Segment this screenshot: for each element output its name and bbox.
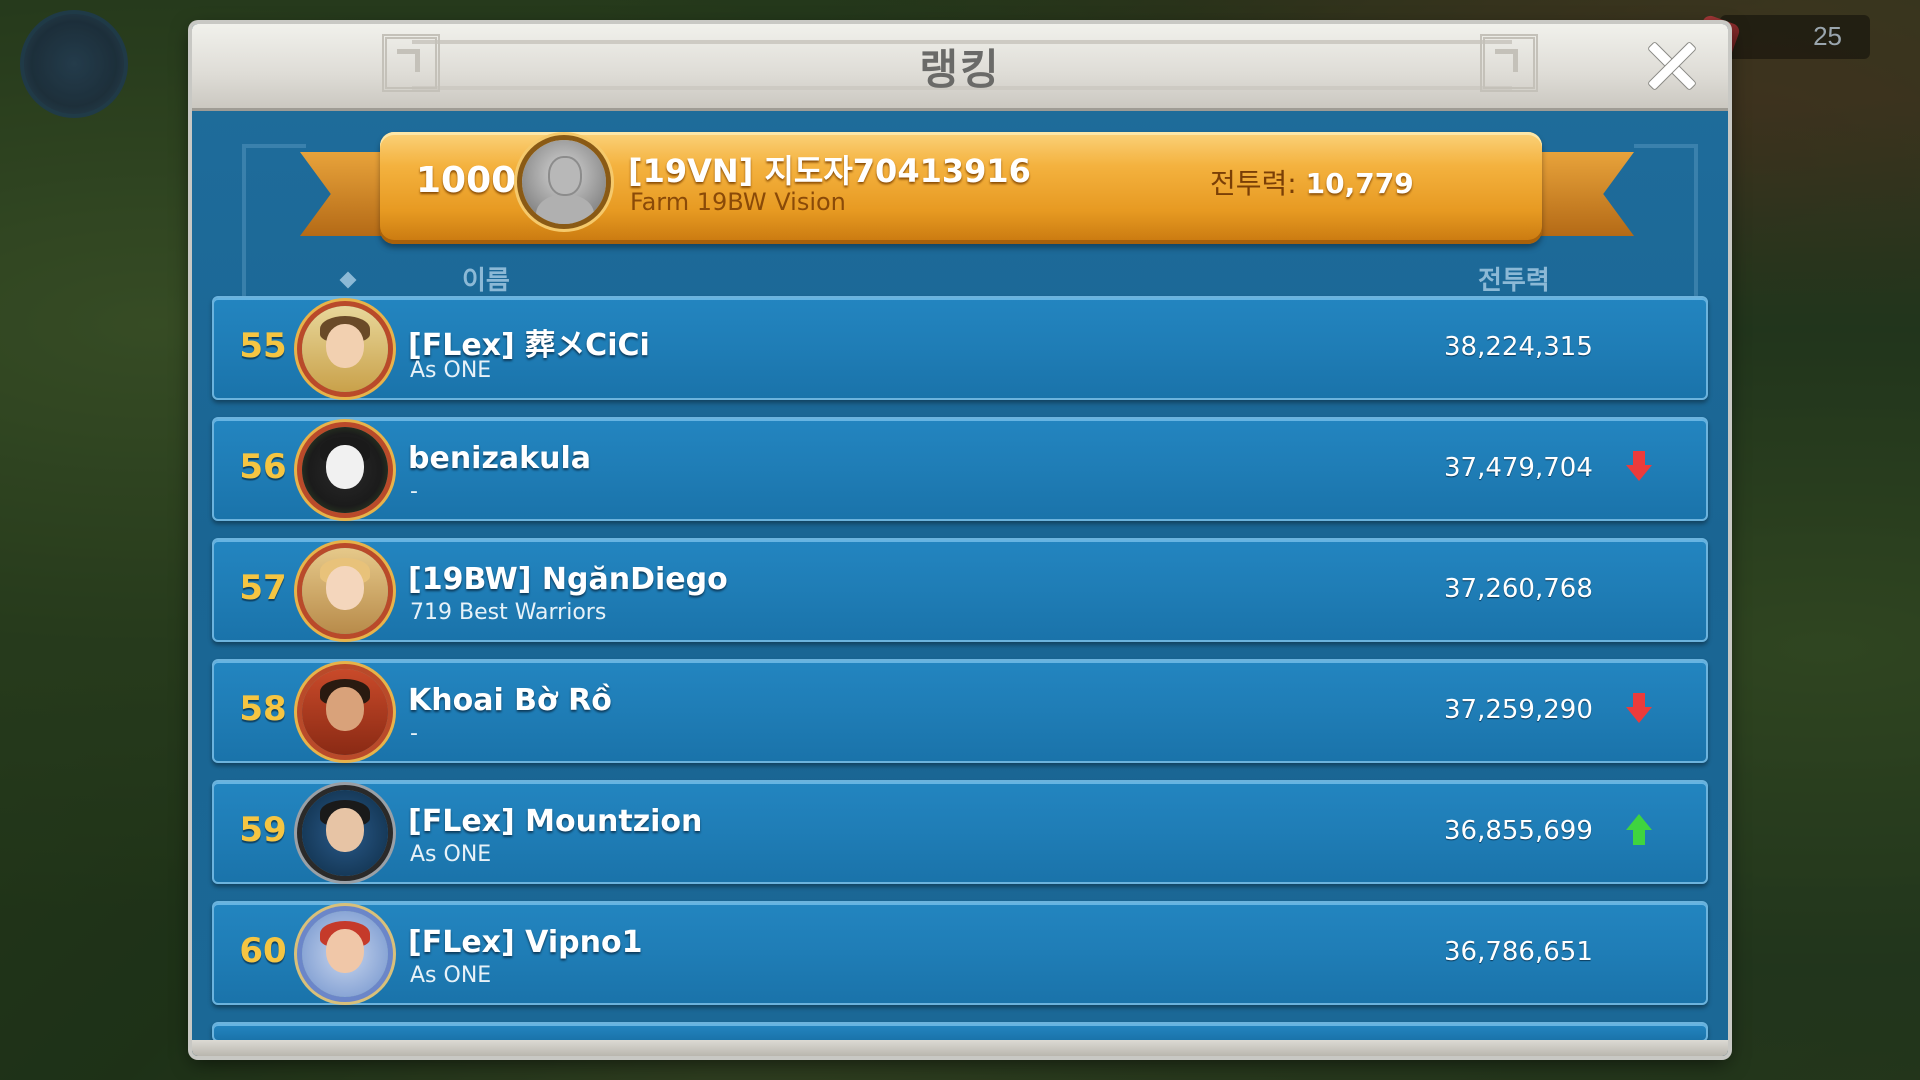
power-value: 37,259,290: [1444, 695, 1593, 725]
player-avatar: [302, 790, 388, 876]
my-player-name: [19VN] 지도자70413916: [628, 152, 1031, 190]
power-value: 37,479,704: [1444, 453, 1593, 483]
hud-avatar-frame: [20, 10, 128, 118]
player-name: [19BW] NgănDiego: [408, 562, 728, 597]
column-header-power: 전투력: [1478, 266, 1550, 296]
guild-name: -: [410, 721, 418, 746]
trend-down-icon: [1626, 693, 1652, 727]
ranking-row[interactable]: 60 [FLex] Vipno1 As ONE 36,786,651: [212, 901, 1708, 1005]
avatar-face: [326, 445, 364, 489]
row-rank: 56: [239, 447, 287, 487]
player-avatar: [302, 669, 388, 755]
my-power: 전투력: 10,779: [1210, 162, 1414, 202]
my-rank-banner[interactable]: 1000+ [19VN] 지도자70413916 Farm 19BW Visio…: [380, 132, 1542, 244]
title-bar: 랭킹: [192, 24, 1728, 111]
trend-down-icon: [1626, 451, 1652, 485]
player-name: [FLex] Vipno1: [408, 925, 643, 960]
my-power-label: 전투력:: [1210, 167, 1297, 200]
trend-up-icon: [1626, 814, 1652, 848]
ranking-panel: 랭킹 1000+ [19VN] 지도자70413916 Farm 19BW Vi…: [192, 24, 1728, 1056]
hud-counter-value: 25: [1813, 21, 1842, 51]
guild-name: As ONE: [410, 842, 492, 867]
player-name: [FLex] Mountzion: [408, 804, 703, 839]
guild-name: -: [410, 479, 418, 504]
close-button[interactable]: [1644, 38, 1700, 94]
power-value: 38,224,315: [1444, 332, 1593, 362]
ranking-row-partial[interactable]: [212, 1022, 1708, 1042]
player-name: benizakula: [408, 441, 592, 476]
ranking-row[interactable]: 59 [FLex] Mountzion As ONE 36,855,699: [212, 780, 1708, 884]
avatar-face: [326, 808, 364, 852]
ranking-row[interactable]: 55 [FLex] 葬メCiCi As ONE 38,224,315: [212, 296, 1708, 400]
row-rank: 59: [239, 810, 287, 850]
column-header-name: 이름: [462, 266, 510, 296]
row-rank: 55: [239, 326, 287, 366]
guild-name: 719 Best Warriors: [410, 600, 607, 625]
ranking-list: 55 [FLex] 葬メCiCi As ONE 38,224,315 56 be…: [212, 296, 1708, 1042]
guild-name: As ONE: [410, 358, 492, 383]
power-value: 37,260,768: [1444, 574, 1593, 604]
ranking-row[interactable]: 58 Khoai Bờ Rồ - 37,259,290: [212, 659, 1708, 763]
player-avatar: [302, 306, 388, 392]
avatar-face: [326, 566, 364, 610]
sort-diamond-icon: [339, 271, 357, 289]
row-rank: 57: [239, 568, 287, 608]
border-pattern-left: [242, 144, 306, 312]
power-value: 36,855,699: [1444, 816, 1593, 846]
panel-bottom-bar: [192, 1040, 1728, 1056]
hud-resource-counter: 25: [1692, 13, 1870, 63]
avatar-face: [326, 929, 364, 973]
window-title: 랭킹: [919, 45, 1001, 94]
ranking-row[interactable]: 57 [19BW] NgănDiego 719 Best Warriors 37…: [212, 538, 1708, 642]
my-power-value: 10,779: [1305, 167, 1414, 200]
player-avatar: [302, 548, 388, 634]
my-avatar: [522, 140, 606, 224]
guild-name: As ONE: [410, 963, 492, 988]
avatar-placeholder-body: [536, 194, 594, 224]
ranking-row[interactable]: 56 benizakula - 37,479,704: [212, 417, 1708, 521]
avatar-face: [326, 687, 364, 731]
my-guild-name: Farm 19BW Vision: [630, 188, 846, 216]
border-pattern-right: [1634, 144, 1698, 312]
player-avatar: [302, 911, 388, 997]
player-name: Khoai Bờ Rồ: [408, 683, 612, 718]
power-value: 36,786,651: [1444, 937, 1593, 967]
row-rank: 60: [239, 931, 287, 971]
player-avatar: [302, 427, 388, 513]
row-rank: 58: [239, 689, 287, 729]
avatar-placeholder-head: [550, 158, 580, 194]
avatar-face: [326, 324, 364, 368]
